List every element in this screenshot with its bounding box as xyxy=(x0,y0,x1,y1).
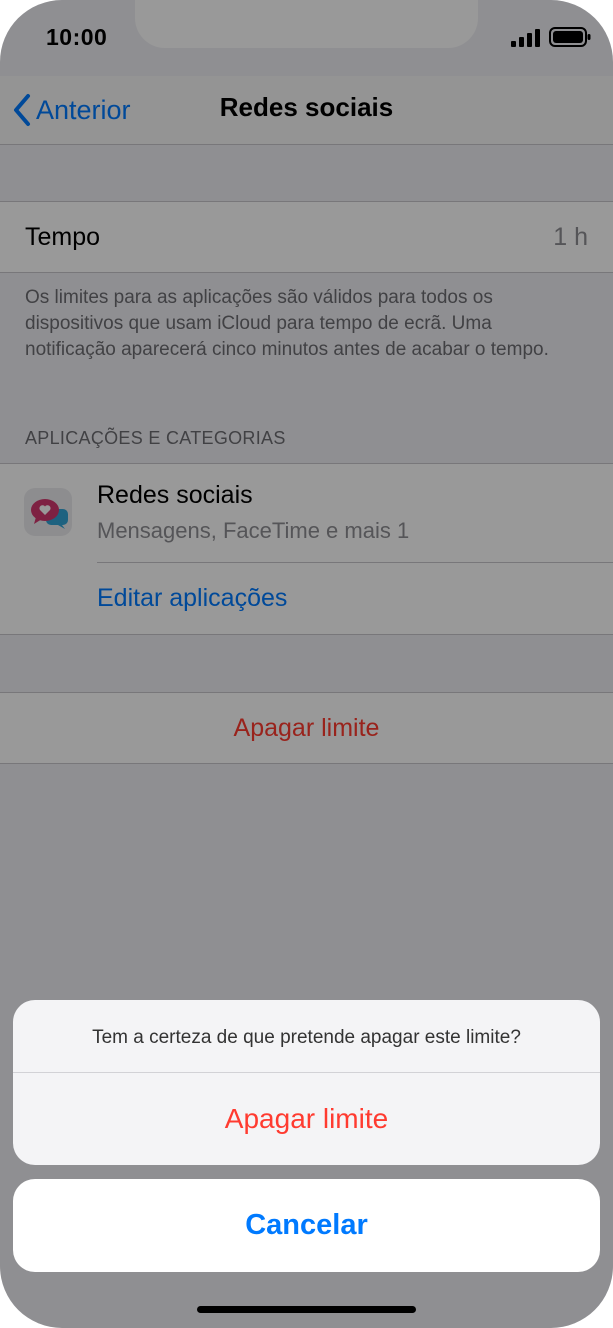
cancel-button[interactable]: Cancelar xyxy=(13,1179,600,1272)
confirm-delete-button[interactable]: Apagar limite xyxy=(13,1073,600,1165)
device-screen: 10:00 Anterior Redes sociais Tempo 1 h O… xyxy=(0,0,613,1328)
action-sheet: Tem a certeza de que pretende apagar est… xyxy=(13,1000,600,1165)
action-sheet-message: Tem a certeza de que pretende apagar est… xyxy=(92,1027,521,1048)
home-indicator[interactable] xyxy=(197,1306,416,1313)
